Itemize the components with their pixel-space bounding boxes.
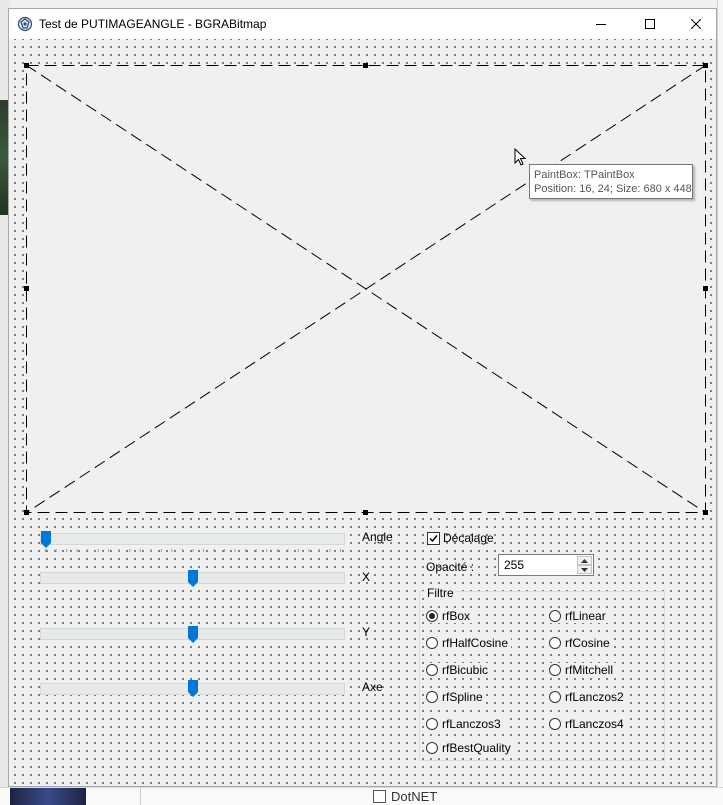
title-bar[interactable]: Test de PUTIMAGEANGLE - BGRABitmap — [9, 9, 716, 39]
window-title: Test de PUTIMAGEANGLE - BGRABitmap — [39, 17, 267, 31]
minimize-icon — [596, 24, 606, 25]
chevron-down-icon — [581, 567, 588, 572]
form-window: Test de PUTIMAGEANGLE - BGRABitmap Paint… — [8, 8, 717, 787]
radio-circle — [549, 610, 561, 622]
close-button[interactable] — [673, 9, 719, 39]
spin-up-button[interactable] — [577, 556, 592, 565]
paint-box[interactable] — [24, 63, 708, 515]
radio-rfspline[interactable]: rfSpline — [426, 690, 486, 704]
minimize-button[interactable] — [578, 9, 624, 39]
tooltip-line2: Position: 16, 24; Size: 680 x 448 — [534, 183, 692, 195]
radio-label: rfBestQuality — [442, 741, 511, 755]
angle-trackbar[interactable] — [40, 533, 345, 545]
chevron-up-icon — [581, 558, 588, 563]
resize-handle[interactable] — [24, 286, 29, 291]
mouse-cursor-icon — [514, 148, 527, 166]
resize-handle[interactable] — [24, 63, 29, 68]
radio-circle — [549, 637, 561, 649]
divider — [140, 788, 141, 805]
background-ide-right — [717, 0, 723, 787]
radio-rflanczos3[interactable]: rfLanczos3 — [426, 717, 504, 731]
radio-label: rfBox — [442, 609, 471, 623]
resize-handle[interactable] — [703, 63, 708, 68]
axe-label: Axe — [362, 680, 383, 694]
radio-circle — [426, 742, 438, 754]
opacite-label: Opacité : — [426, 560, 475, 574]
paintbox-tooltip: PaintBox: TPaintBox Position: 16, 24; Si… — [529, 164, 693, 199]
radio-circle — [549, 664, 561, 676]
opacite-spinedit[interactable]: 255 — [498, 554, 594, 576]
radio-label: rfBicubic — [442, 663, 489, 677]
angle-label: Angle — [362, 530, 393, 544]
radio-rfbestquality[interactable]: rfBestQuality — [426, 741, 514, 755]
radio-rfmitchell[interactable]: rfMitchell — [549, 663, 617, 677]
x-label: X — [362, 570, 371, 584]
y-label: Y — [362, 625, 371, 639]
radio-label: rfHalfCosine — [442, 636, 509, 650]
angle-trackbar-thumb[interactable] — [41, 531, 51, 548]
radio-label: rfLinear — [565, 609, 606, 623]
paint-box-placeholder — [26, 65, 706, 513]
decalage-checkbox[interactable] — [427, 532, 440, 545]
radio-label: rfLanczos4 — [565, 717, 624, 731]
radio-label: rfSpline — [442, 690, 483, 704]
radio-circle — [426, 637, 438, 649]
radio-circle — [426, 610, 438, 622]
radio-rflinear[interactable]: rfLinear — [549, 609, 609, 623]
background-ide-bottom: DotNET — [0, 787, 723, 805]
radio-rfcosine[interactable]: rfCosine — [549, 636, 613, 650]
dotnet-label: DotNET — [391, 789, 438, 804]
resize-handle[interactable] — [703, 510, 708, 515]
radio-circle — [549, 718, 561, 730]
radio-rfbox[interactable]: rfBox — [426, 609, 474, 623]
filtre-title: Filtre — [425, 586, 456, 600]
maximize-button[interactable] — [627, 9, 673, 39]
tooltip-line1: PaintBox: TPaintBox — [534, 169, 635, 181]
resize-handle[interactable] — [24, 510, 29, 515]
radio-circle — [426, 691, 438, 703]
radio-label: rfMitchell — [565, 663, 614, 677]
lazarus-app-icon — [17, 16, 33, 32]
spin-down-button[interactable] — [577, 565, 592, 574]
dotnet-checkbox[interactable] — [373, 790, 386, 803]
radio-rflanczos2[interactable]: rfLanczos2 — [549, 690, 627, 704]
radio-circle — [549, 691, 561, 703]
radio-label: rfLanczos3 — [442, 717, 501, 731]
opacite-value: 255 — [504, 558, 525, 572]
decalage-label: Décalage — [443, 531, 494, 545]
radio-rflanczos4[interactable]: rfLanczos4 — [549, 717, 627, 731]
radio-rfhalfcosine[interactable]: rfHalfCosine — [426, 636, 512, 650]
axe-trackbar-thumb[interactable] — [187, 680, 198, 697]
maximize-icon — [645, 19, 655, 29]
resize-handle[interactable] — [363, 510, 368, 515]
checkmark-icon — [429, 535, 438, 543]
resize-handle[interactable] — [363, 63, 368, 68]
radio-label: rfCosine — [565, 636, 610, 650]
radio-rfbicubic[interactable]: rfBicubic — [426, 663, 492, 677]
radio-circle — [426, 718, 438, 730]
resize-handle[interactable] — [703, 286, 708, 291]
radio-label: rfLanczos2 — [565, 690, 624, 704]
background-thumbnail — [10, 788, 86, 805]
angle-trackbar-ticks — [45, 549, 341, 552]
radio-circle — [426, 664, 438, 676]
close-icon — [691, 19, 701, 29]
y-trackbar-thumb[interactable] — [187, 626, 198, 643]
x-trackbar-thumb[interactable] — [187, 570, 198, 587]
